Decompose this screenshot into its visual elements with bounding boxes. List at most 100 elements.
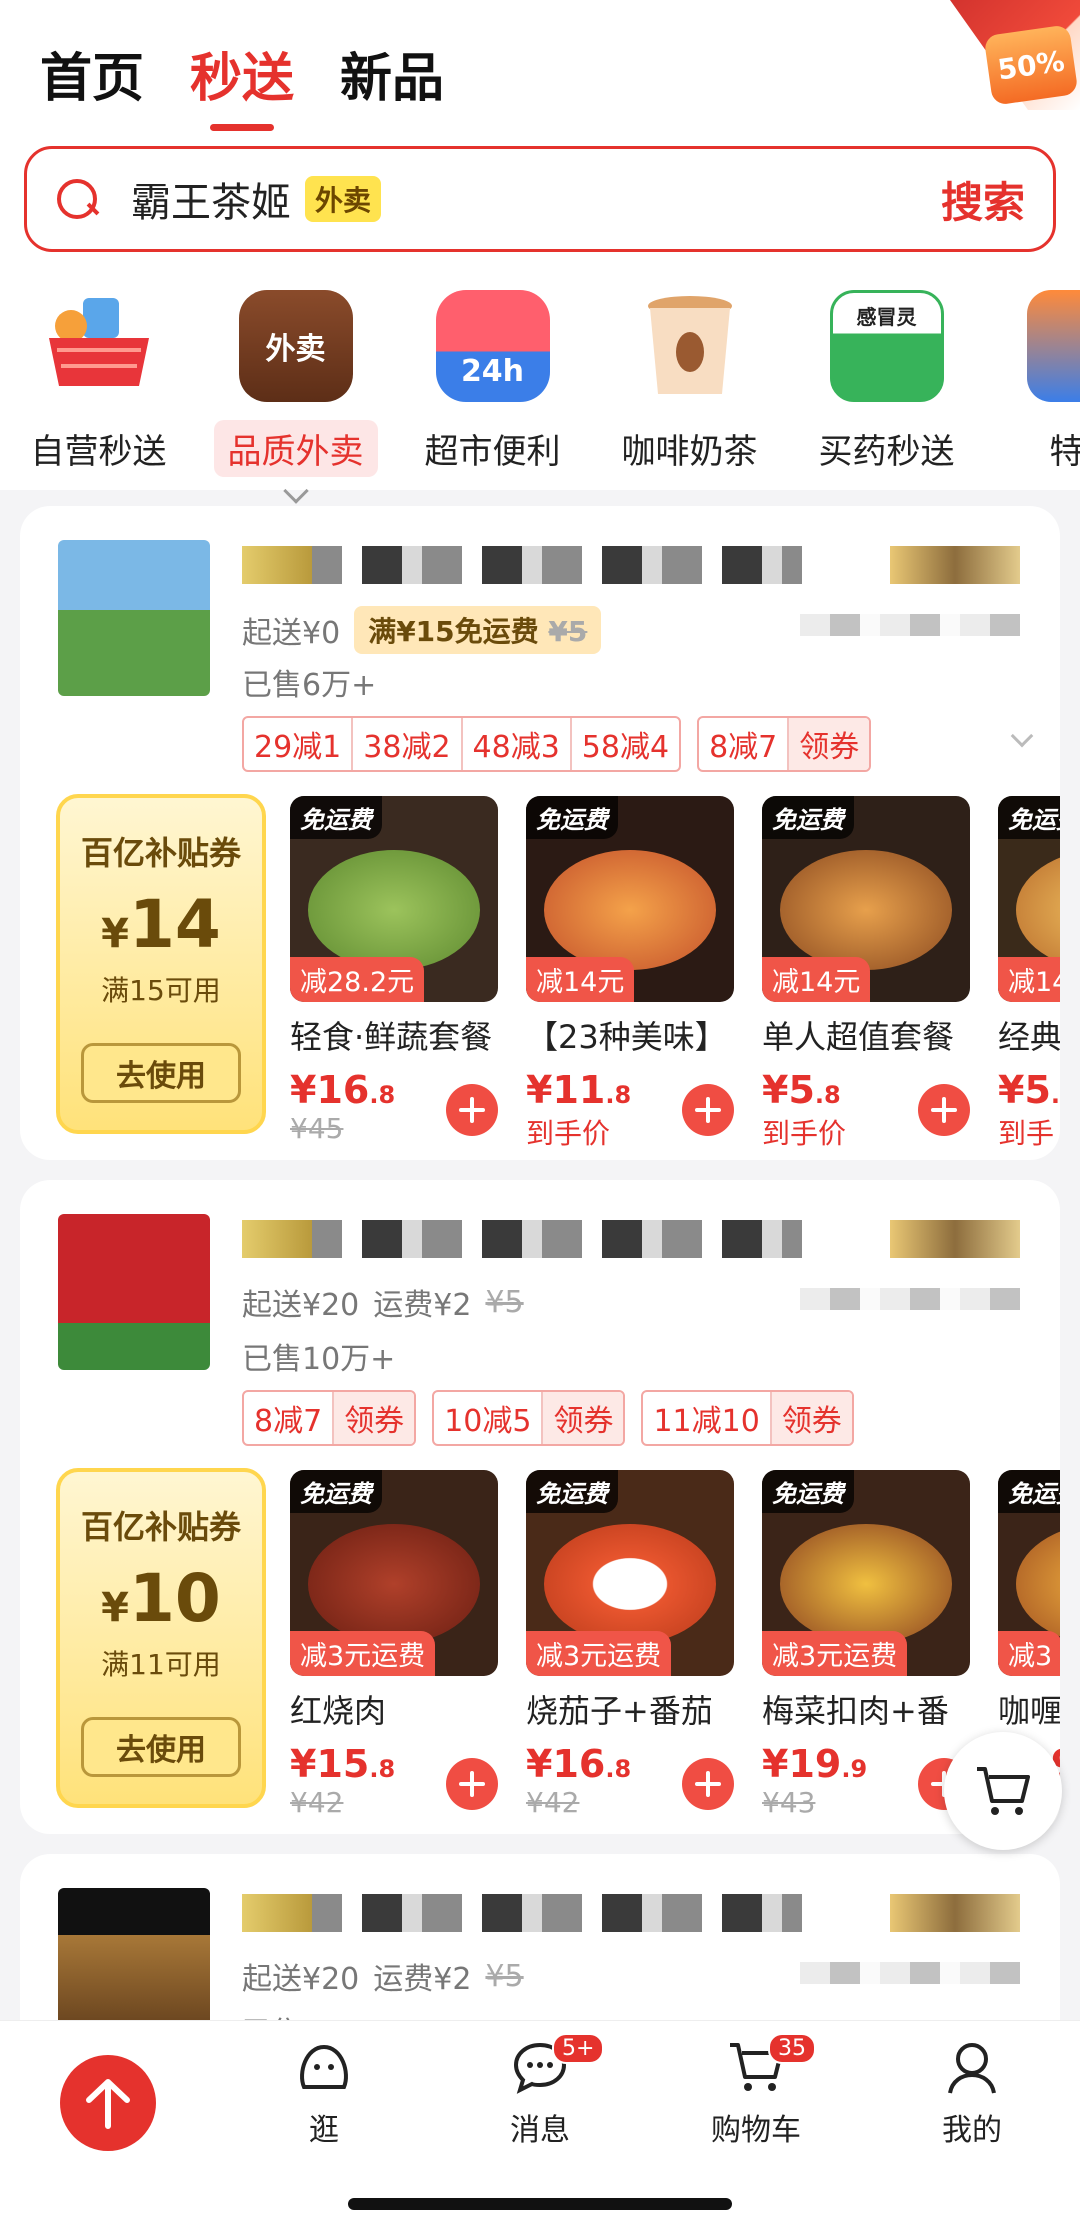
category-supermarket[interactable]: 24h 超市便利 [394, 290, 591, 480]
dish-row: 免运费 减3元运费 红烧肉 ¥15.8 ¥42 免运费 减3元运费 烧茄子+番茄… [290, 1470, 1060, 1819]
message-badge: 5+ [552, 2033, 605, 2064]
claim-coupon[interactable]: 8减7 领券 [242, 1390, 417, 1446]
cart-badge: 35 [768, 2033, 816, 2064]
add-to-cart-button[interactable] [446, 1758, 498, 1810]
dish-card[interactable]: 免运费 减14元 【23种美味】 ¥11.8 到手价 [526, 796, 734, 1152]
add-to-cart-button[interactable] [446, 1084, 498, 1136]
coupon-row: 29减1 38减2 48减3 58减4 8减7 领券 [242, 716, 872, 772]
dish-plate [544, 850, 716, 970]
free-shipping-badge: 免运费 [998, 796, 1060, 839]
subsidy-amount: ¥10 [101, 1560, 221, 1637]
subsidy-coupon[interactable]: 百亿补贴券 ¥10 满11可用 去使用 [56, 1468, 266, 1808]
discount-badge: 减3元运费 [762, 1631, 908, 1676]
free-shipping-badge: 免运费 [998, 1470, 1060, 1513]
delivery-fee: 运费¥2 [373, 1288, 472, 1323]
use-coupon-button[interactable]: 去使用 [81, 1043, 241, 1103]
price-int: ¥15 [290, 1742, 370, 1786]
nav-browse[interactable]: 逛 [264, 2039, 384, 2149]
dish-card[interactable]: 免运费 减14 经典 ¥5.8 到手 [998, 796, 1060, 1152]
discount-badge: 减14 [998, 957, 1060, 1002]
tab-new[interactable]: 新品 [340, 36, 444, 111]
discount-badge: 减3元运费 [290, 1631, 436, 1676]
store-name-blurred [242, 546, 802, 584]
promo-badge[interactable]: 50% [983, 24, 1079, 106]
dish-name: 【23种美味】 [526, 1018, 727, 1056]
delivery-old-fee: ¥5 [485, 1284, 524, 1320]
subsidy-coupon[interactable]: 百亿补贴券 ¥14 满15可用 去使用 [56, 794, 266, 1134]
claim-coupon[interactable]: 8减7 领券 [697, 716, 872, 772]
distance-blurred [800, 614, 1020, 636]
chevron-down-icon[interactable] [1010, 724, 1034, 748]
add-to-cart-button[interactable] [682, 1758, 734, 1810]
search-button[interactable]: 搜索 [941, 169, 1025, 230]
min-order: 起送¥20 [242, 1962, 360, 1997]
store-24h-text: 24h [460, 353, 525, 389]
claim-coupon[interactable]: 10减5 领券 [432, 1390, 626, 1446]
store-meta: 起送¥20 运费¥2 ¥5 [242, 1954, 524, 1998]
sold-count: 已售6万+ [242, 668, 377, 703]
category-quality-takeout[interactable]: 外卖 品质外卖 [197, 290, 394, 504]
distance-blurred [800, 1962, 1020, 1984]
coupon-get-button[interactable]: 领券 [543, 1392, 624, 1444]
dish-image[interactable]: 免运费 减28.2元 [290, 796, 498, 1002]
floating-cart-button[interactable] [944, 1732, 1062, 1850]
store-card[interactable]: 起送¥20 运费¥2 ¥5 已售10万+ 8减7 领券 10减5 领券 11减1… [20, 1180, 1060, 1834]
dish-image[interactable]: 免运费 减3元运费 [290, 1470, 498, 1676]
full-reduction-group[interactable]: 29减1 38减2 48减3 58减4 [242, 716, 682, 772]
tab-express[interactable]: 秒送 [190, 36, 294, 131]
dish-name: 经典 [998, 1018, 1060, 1056]
price-dec: .8 [369, 1755, 396, 1783]
add-to-cart-button[interactable] [682, 1084, 734, 1136]
nav-messages[interactable]: 5+ 消息 [480, 2033, 605, 2149]
store-card[interactable]: 起送¥0 满¥15免运费 ¥5 已售6万+ 29减1 38减2 48减3 58减… [20, 506, 1060, 1160]
search-icon [55, 177, 99, 221]
use-coupon-button[interactable]: 去使用 [81, 1717, 241, 1777]
add-to-cart-button[interactable] [918, 1084, 970, 1136]
dish-card[interactable]: 免运费 减14元 单人超值套餐 ¥5.8 到手价 [762, 796, 970, 1152]
free-shipping-badge: 免运费 [762, 1470, 854, 1513]
tab-home[interactable]: 首页 [40, 36, 144, 111]
dish-image[interactable]: 免运费 减14元 [762, 796, 970, 1002]
dish-card[interactable]: 免运费 减3元运费 红烧肉 ¥15.8 ¥42 [290, 1470, 498, 1819]
store-logo[interactable] [58, 1214, 210, 1370]
nav-cart[interactable]: 35 购物车 [696, 2033, 816, 2149]
price-dec: .8 [814, 1081, 841, 1109]
dish-image[interactable]: 免运费 减3 [998, 1470, 1060, 1676]
coupon-get-button[interactable]: 领券 [334, 1392, 415, 1444]
store-logo[interactable] [58, 540, 210, 696]
dish-name: 烧茄子+番茄 [526, 1692, 713, 1730]
price-dec: .8 [605, 1081, 632, 1109]
back-to-top-button[interactable] [60, 2055, 156, 2151]
nav-profile[interactable]: 我的 [912, 2039, 1032, 2149]
min-order: 起送¥0 [242, 616, 341, 651]
free-shipping-badge: 免运费 [526, 796, 618, 839]
dish-image[interactable]: 免运费 减14 [998, 796, 1060, 1002]
category-coffee-tea[interactable]: 咖啡奶茶 [591, 290, 788, 480]
dish-image[interactable]: 免运费 减3元运费 [762, 1470, 970, 1676]
cart-icon [977, 1767, 1030, 1815]
top-tabs: 首页 秒送 新品 [40, 36, 444, 131]
store-meta: 起送¥20 运费¥2 ¥5 [242, 1280, 524, 1324]
special-icon [1026, 290, 1080, 402]
category-label: 品质外卖 [213, 420, 378, 477]
coupon-get-button[interactable]: 领券 [789, 718, 870, 770]
claim-coupon[interactable]: 11减10 领券 [641, 1390, 854, 1446]
category-label: 买药秒送 [818, 432, 955, 472]
category-self-operated[interactable]: 自营秒送 [0, 290, 197, 480]
dish-card[interactable]: 免运费 减3元运费 梅菜扣肉+番 ¥19.9 ¥43 [762, 1470, 970, 1819]
delivery-fee: 运费¥2 [373, 1962, 472, 1997]
dish-plate [1016, 850, 1060, 970]
store-tag-blurred [242, 1894, 312, 1932]
store-tag-blurred [242, 546, 312, 584]
nav-label: 逛 [309, 2113, 339, 2148]
dish-card[interactable]: 免运费 减3元运费 烧茄子+番茄 ¥16.8 ¥42 [526, 1470, 734, 1819]
dish-image[interactable]: 免运费 减3元运费 [526, 1470, 734, 1676]
coupon-get-button[interactable]: 领券 [771, 1392, 852, 1444]
price-int: ¥16 [526, 1742, 606, 1786]
dish-image[interactable]: 免运费 减14元 [526, 796, 734, 1002]
search-bar[interactable]: 霸王茶姬 外卖 搜索 [24, 146, 1056, 252]
category-medicine[interactable]: 感冒灵 买药秒送 [788, 290, 985, 480]
search-input[interactable]: 霸王茶姬 [131, 170, 291, 228]
dish-card[interactable]: 免运费 减28.2元 轻食·鲜蔬套餐 ¥16.8 ¥45 [290, 796, 498, 1152]
category-special[interactable]: 特价 [985, 290, 1080, 480]
